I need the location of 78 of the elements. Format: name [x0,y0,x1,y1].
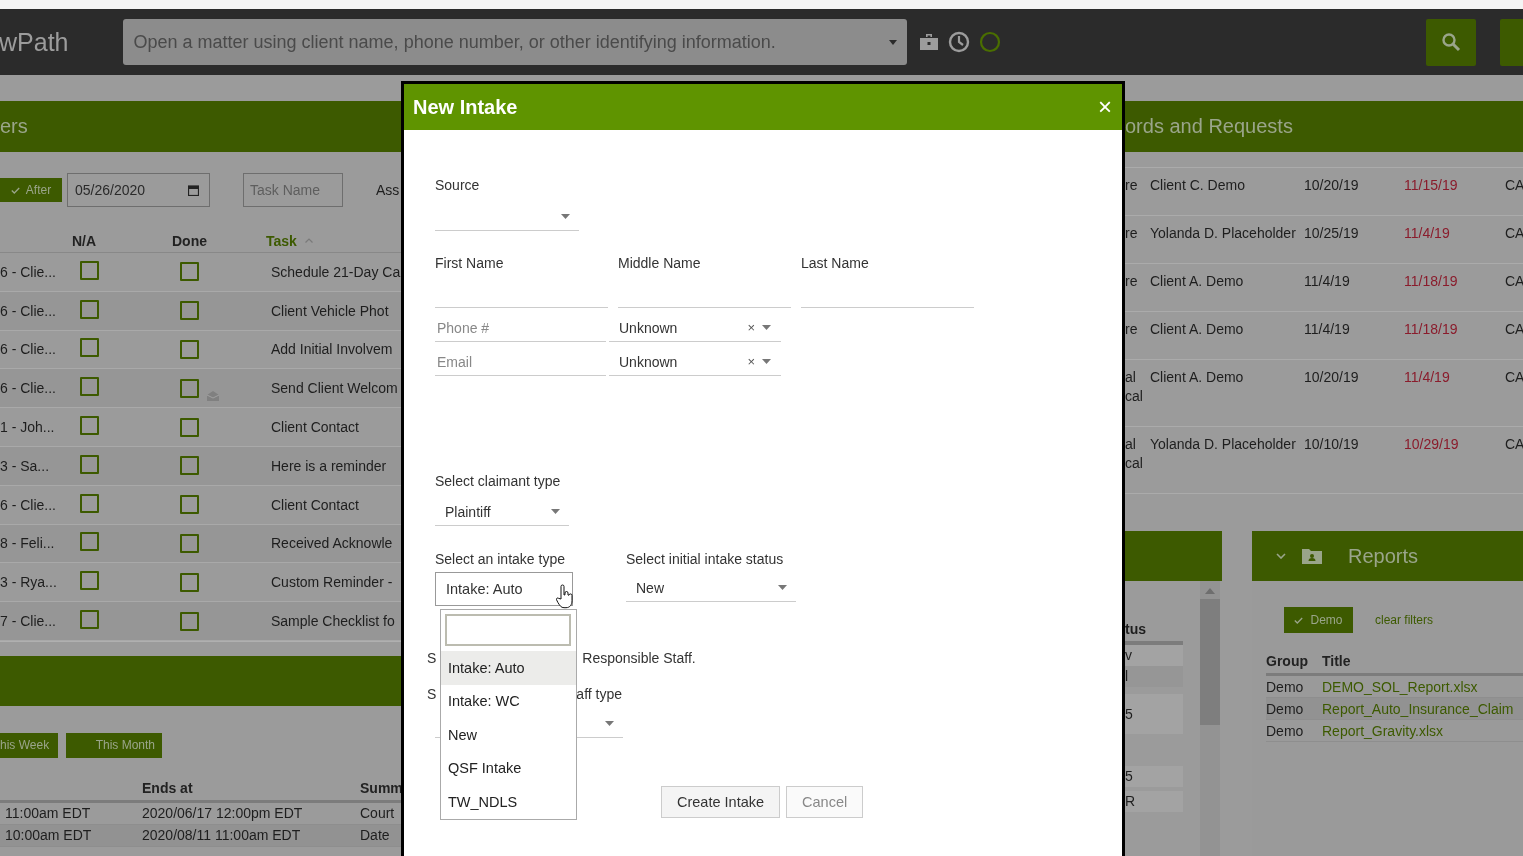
table-cell-text: 11:00am EDT [4,805,92,822]
table-cell-text: 8 - Feli... [0,535,56,552]
table-cell-text: Custom Reminder - [271,574,394,591]
field-label: S [427,685,437,703]
column-header: Summ [360,779,403,796]
due-date: 11/15/19 [1404,176,1459,195]
table-cell-text: Demo [1266,700,1305,717]
table-cell-text: al cal [1125,435,1144,473]
table-cell-text: 10/10/19 [1304,435,1360,454]
table-cell-text: re [1125,320,1139,339]
table-cell-text: 10/25/19 [1304,224,1360,243]
table-cell-text: re [1125,272,1139,291]
table-cell: R [1125,791,1183,812]
table-cell: v [1125,645,1183,666]
table-cell-text: Client Vehicle Phot [271,302,390,319]
field-label: First Name [435,254,505,272]
table-cell-text: re [1125,176,1139,195]
table-cell-text: Add Initial Involvem [271,341,394,358]
due-date: 11/4/19 [1404,368,1451,387]
table-cell-text: 2020/08/11 11:00am EDT [142,827,302,844]
table-cell-text: Client C. Demo [1150,176,1246,195]
table-cell-text: 6 - Clie... [0,263,57,280]
table-cell-text: Client A. Demo [1150,320,1245,339]
field-label: Select an intake type [435,550,566,568]
table-cell-text: Client Contact [271,496,360,513]
panel-title: Reports [1348,544,1419,568]
table-cell-text: 1 - Joh... [0,419,56,436]
table-cell-text: Court [360,805,396,822]
field-label: Select claimant type [435,472,562,490]
table-cell: 5 [1125,766,1183,787]
table-cell-text: 3 - Rya... [0,574,58,591]
table-cell-text: 6 - Clie... [0,341,57,358]
table-cell-text: Here is a reminder [271,457,388,474]
table-cell-text: Date [360,827,391,844]
due-date: 10/29/19 [1404,435,1460,454]
column-header: Group [1266,653,1309,669]
field-label: Middle Name [618,254,702,272]
table-cell-text: 10/20/19 [1304,368,1360,387]
staff-note: Responsible Staff. [582,649,696,667]
table-cell-text: al cal [1125,368,1144,406]
table-cell-text: 3 - Sa... [0,457,51,474]
dialog-title: New Intake [413,95,518,119]
staff-note: S [427,649,437,667]
table-cell-text: re [1125,224,1139,243]
table-cell-text: 10/20/19 [1304,176,1360,195]
filter-label: Ass [376,182,400,198]
table-cell-text: Send Client Welcom [271,380,399,397]
table-cell-text: Demo [1266,678,1305,695]
table-cell-text: 11/4/19 [1304,272,1351,291]
table-cell-text: 2020/06/17 12:00pm EDT [142,805,304,822]
panel-title: ers [0,115,28,138]
due-date: 11/4/19 [1404,224,1451,243]
due-date: 11/18/19 [1404,320,1459,339]
table-cell: 5 [1125,694,1183,734]
table-cell-text: Received Acknowle [271,535,394,552]
table-cell-text: 7 - Clie... [0,613,57,630]
table-cell-text: Client Contact [271,419,360,436]
field-label: Source [435,176,481,194]
table-cell-text: 11/4/19 [1304,320,1351,339]
column-header: Ends at [142,779,194,796]
table-cell: Schedule 21-Day Ca [271,263,401,280]
table-cell-text: Client A. Demo [1150,272,1245,291]
panel-title: ords and Requests [1125,115,1293,138]
column-header: Title [1322,653,1352,669]
table-cell: l [1125,666,1183,687]
table-cell-text: 6 - Clie... [0,380,57,397]
table-cell-text: Sample Checklist fo [271,613,396,630]
table-cell-text: Yolanda D. Placeholder [1150,435,1297,454]
field-label: Select initial intake status [626,550,785,568]
table-cell-text: Client A. Demo [1150,368,1245,387]
due-date: 11/18/19 [1404,272,1459,291]
field-label: aff type [576,685,622,703]
table-cell-text: Demo [1266,722,1305,739]
table-cell-text: 10:00am EDT [4,827,93,844]
table-cell-text: 6 - Clie... [0,302,57,319]
table-cell-text: Yolanda D. Placeholder [1150,224,1297,243]
table-cell-text: 6 - Clie... [0,496,57,513]
field-label: Last Name [801,254,870,272]
